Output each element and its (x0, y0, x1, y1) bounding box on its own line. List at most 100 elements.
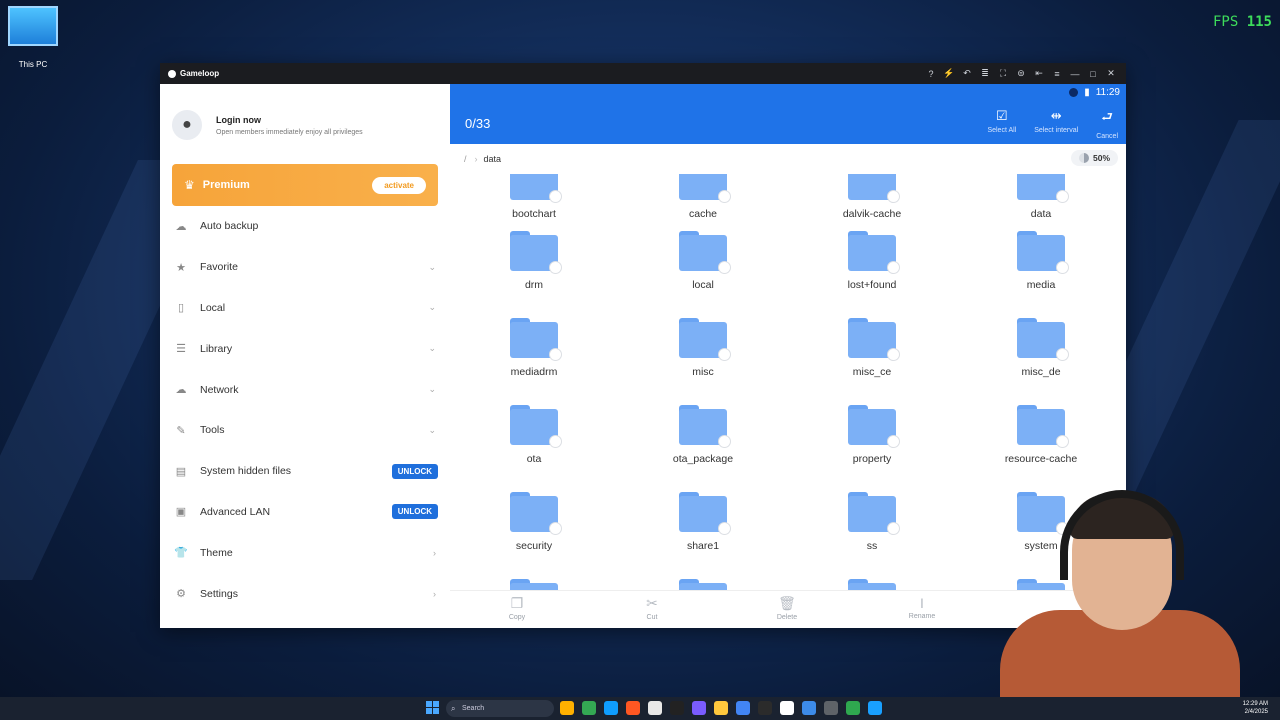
taskbar-app-icon[interactable] (560, 701, 574, 715)
breadcrumb-current[interactable]: data (484, 154, 502, 164)
select-radio[interactable] (549, 348, 562, 361)
sidebar-item-tools[interactable]: ✎ Tools ⌄ (172, 410, 438, 451)
taskbar-app-icon[interactable] (802, 701, 816, 715)
boost-icon[interactable]: ⚡ (942, 67, 956, 81)
folder-item[interactable]: data (971, 174, 1111, 220)
select-radio[interactable] (549, 522, 562, 535)
select-radio[interactable] (718, 522, 731, 535)
select-radio[interactable] (887, 348, 900, 361)
menu-icon[interactable]: ≡ (1050, 67, 1064, 81)
settings-icon[interactable]: ⊜ (1014, 67, 1028, 81)
maximize-button[interactable]: □ (1086, 67, 1100, 81)
folder-item[interactable]: misc_de (971, 318, 1111, 378)
taskbar-clock[interactable]: 12:29 AM 2/4/2025 (1243, 700, 1268, 716)
sidebar-item-theme[interactable]: 👕 Theme › (172, 532, 438, 573)
chevron-right-icon[interactable]: › (433, 548, 436, 558)
sidebar-item-advanced-lan[interactable]: ▣ Advanced LAN UNLOCK (172, 492, 438, 533)
select-radio[interactable] (549, 261, 562, 274)
chevron-down-icon[interactable]: ⌄ (428, 384, 436, 395)
folder-item[interactable]: bootchart (464, 174, 604, 220)
folder-item[interactable]: resource-cache (971, 405, 1111, 465)
activate-button[interactable]: activate (372, 176, 426, 194)
sidebar-item-auto-backup[interactable]: ☁ Auto backup (172, 206, 438, 247)
copy-button[interactable]: ❐ Copy (487, 595, 547, 621)
minimize-button[interactable]: — (1068, 67, 1082, 81)
sidebar-item-network[interactable]: ☁ Network ⌄ (172, 369, 438, 410)
folder-item[interactable]: ss (802, 492, 942, 552)
select-radio[interactable] (887, 261, 900, 274)
delete-button[interactable]: 🗑 Delete (757, 595, 817, 621)
taskbar-app-icon[interactable] (758, 701, 772, 715)
back-icon[interactable]: ↶ (960, 67, 974, 81)
select-radio[interactable] (887, 190, 900, 203)
folder-item[interactable]: misc (633, 318, 773, 378)
chevron-right-icon[interactable]: › (433, 589, 436, 599)
folder-item[interactable]: cache (633, 174, 773, 220)
close-button[interactable]: ✕ (1104, 67, 1118, 81)
folder-item[interactable]: ota_package (633, 405, 773, 465)
help-icon[interactable]: ? (924, 67, 938, 81)
taskbar-app-icon[interactable] (714, 701, 728, 715)
storage-badge[interactable]: 50% (1070, 150, 1118, 166)
select-radio[interactable] (1056, 348, 1069, 361)
breadcrumb-root[interactable]: / (464, 154, 467, 164)
login-panel[interactable]: ● Login now Open members immediately enj… (172, 110, 363, 140)
folder-item[interactable]: share1 (633, 492, 773, 552)
folder-item-partial[interactable] (464, 579, 604, 590)
select-radio[interactable] (1056, 435, 1069, 448)
taskbar-app-icon[interactable] (670, 701, 684, 715)
select-radio[interactable] (718, 348, 731, 361)
folder-item[interactable]: security (464, 492, 604, 552)
cancel-button[interactable]: ⮐ Cancel (1096, 108, 1118, 140)
sidebar-item-library[interactable]: ☰ Library ⌄ (172, 328, 438, 369)
folder-item[interactable]: lost+found (802, 231, 942, 291)
taskbar-app-icon[interactable] (824, 701, 838, 715)
folder-item[interactable]: dalvik-cache (802, 174, 942, 220)
unlock-button[interactable]: UNLOCK (391, 504, 438, 520)
chevron-down-icon[interactable]: ⌄ (428, 343, 436, 354)
chevron-down-icon[interactable]: ⌄ (428, 262, 436, 273)
rename-button[interactable]: I Rename (892, 595, 952, 620)
cut-button[interactable]: ✂ Cut (622, 595, 682, 621)
taskbar-app-icon[interactable] (692, 701, 706, 715)
select-radio[interactable] (718, 261, 731, 274)
sidebar-toggle-icon[interactable]: ⇤ (1032, 67, 1046, 81)
login-title[interactable]: Login now (216, 115, 363, 125)
select-radio[interactable] (1056, 190, 1069, 203)
this-pc-icon[interactable] (8, 6, 58, 46)
taskbar-app-icon[interactable] (582, 701, 596, 715)
taskbar-app-icon[interactable] (780, 701, 794, 715)
taskbar-app-icon[interactable] (604, 701, 618, 715)
taskbar-app-icon[interactable] (868, 701, 882, 715)
unlock-button[interactable]: UNLOCK (391, 463, 438, 479)
folder-item[interactable]: misc_ce (802, 318, 942, 378)
taskbar-app-icon[interactable] (736, 701, 750, 715)
fullscreen-icon[interactable]: ⛶ (996, 67, 1010, 81)
premium-banner[interactable]: ♛ Premium activate (172, 164, 438, 206)
chevron-down-icon[interactable]: ⌄ (428, 302, 436, 313)
folder-item[interactable]: drm (464, 231, 604, 291)
select-radio[interactable] (718, 435, 731, 448)
list-icon[interactable]: ≣ (978, 67, 992, 81)
sidebar-item-settings[interactable]: ⚙ Settings › (172, 573, 438, 614)
avatar-icon[interactable]: ● (172, 110, 202, 140)
select-radio[interactable] (887, 522, 900, 535)
folder-item[interactable]: local (633, 231, 773, 291)
taskbar-search[interactable]: ⌕ Search (446, 700, 554, 717)
taskbar-app-icon[interactable] (626, 701, 640, 715)
folder-item[interactable]: media (971, 231, 1111, 291)
select-radio[interactable] (887, 435, 900, 448)
select-radio[interactable] (549, 435, 562, 448)
select-interval-button[interactable]: ⇹ Select interval (1034, 108, 1078, 140)
select-radio[interactable] (1056, 261, 1069, 274)
select-radio[interactable] (549, 190, 562, 203)
sidebar-item-favorite[interactable]: ★ Favorite ⌄ (172, 247, 438, 288)
taskbar-app-icon[interactable] (846, 701, 860, 715)
sidebar-item-system-hidden-files[interactable]: ▤ System hidden files UNLOCK (172, 451, 438, 492)
select-radio[interactable] (718, 190, 731, 203)
folder-item[interactable]: ota (464, 405, 604, 465)
folder-item[interactable]: property (802, 405, 942, 465)
windows-start-icon[interactable] (426, 701, 439, 714)
folder-item-partial[interactable] (802, 579, 942, 590)
folder-item[interactable]: mediadrm (464, 318, 604, 378)
